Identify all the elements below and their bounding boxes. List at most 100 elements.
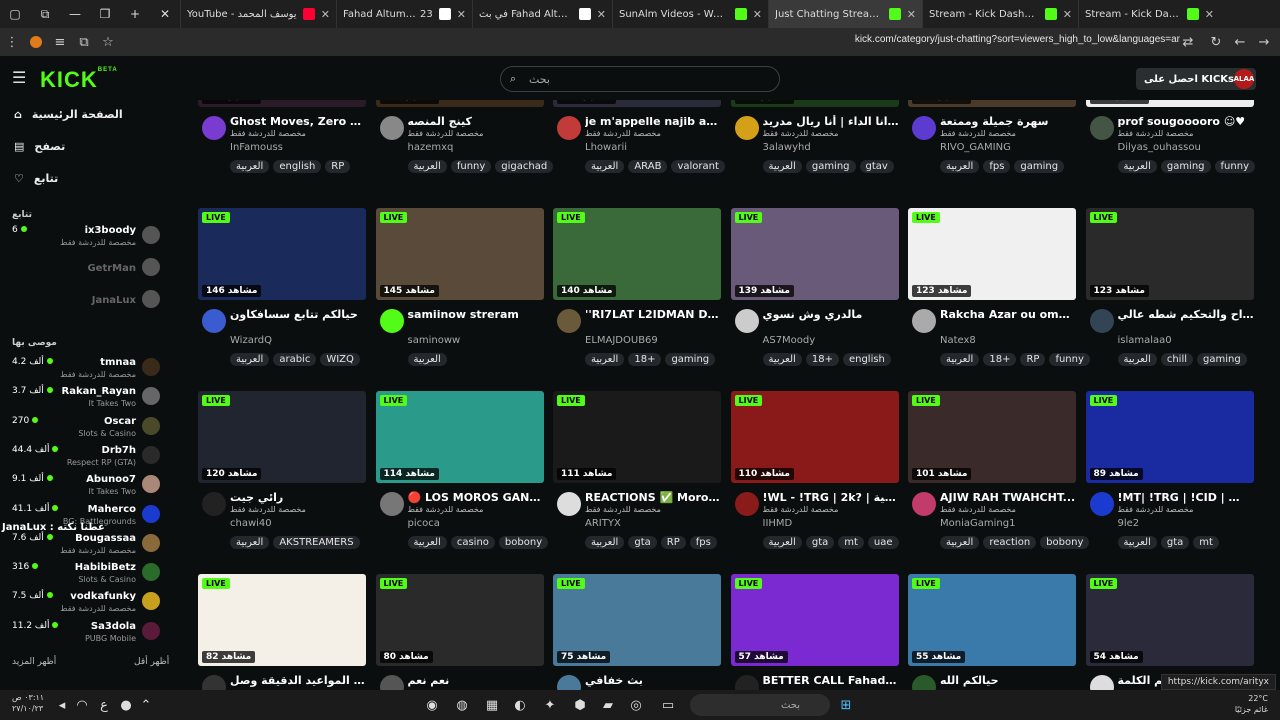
- tag-chip[interactable]: العربية: [762, 353, 802, 366]
- tag-chip[interactable]: english: [273, 160, 322, 173]
- streamer-avatar[interactable]: [912, 309, 936, 333]
- channel-name[interactable]: hazemxq: [408, 142, 454, 153]
- language-icon[interactable]: ع: [94, 695, 114, 715]
- streamer-avatar[interactable]: [912, 116, 936, 140]
- tag-chip[interactable]: gigachad: [495, 160, 554, 173]
- tag-chip[interactable]: fps: [689, 536, 717, 549]
- stream-category[interactable]: مخصصة للدردشة فقط: [408, 505, 484, 514]
- browser-tab[interactable]: Stream - Kick Dashboard ✕: [1078, 0, 1220, 28]
- tag-chip[interactable]: funny: [450, 160, 492, 173]
- search-input[interactable]: ⌕ بحث: [500, 66, 780, 92]
- tag-chip[interactable]: gtav: [859, 160, 894, 173]
- clock[interactable]: ٠٣:١١ ص ٢٧/١٠/٢٣: [12, 692, 44, 714]
- customize-icon[interactable]: ≡: [48, 28, 72, 56]
- stream-thumbnail[interactable]: LIVE 55 مشاهد: [908, 574, 1076, 666]
- stream-title[interactable]: !WL - !TRG | 2k? | جلعية: [763, 491, 899, 504]
- tag-chip[interactable]: العربية: [407, 536, 447, 549]
- stream-title[interactable]: رائي جيت: [230, 491, 366, 504]
- stream-thumbnail[interactable]: LIVE 54 مشاهد: [1085, 574, 1254, 666]
- tag-chip[interactable]: casino: [450, 536, 495, 549]
- tag-chip[interactable]: 18+: [628, 353, 662, 366]
- stream-thumbnail[interactable]: LIVE 82 مشاهد: [198, 574, 366, 666]
- tag-chip[interactable]: funny: [1049, 353, 1090, 366]
- tag-chip[interactable]: bobony: [1040, 536, 1090, 549]
- tab-close-icon[interactable]: ✕: [1199, 8, 1214, 21]
- stream-thumbnail[interactable]: LIVE 123 مشاهد: [1085, 208, 1254, 300]
- tag-chip[interactable]: العربية: [1117, 160, 1157, 173]
- stream-thumbnail[interactable]: 148 مشاهد: [1085, 100, 1254, 107]
- kick-logo[interactable]: KICKBETA: [40, 67, 118, 93]
- tag-chip[interactable]: gaming: [1014, 160, 1065, 173]
- channel-name[interactable]: ARITYX: [585, 518, 621, 529]
- stream-title[interactable]: أنا مرض انا الداء | أنا ريال مدريد: [763, 115, 899, 128]
- tag-chip[interactable]: english: [842, 353, 891, 366]
- stream-thumbnail[interactable]: LIVE 123 مشاهد: [908, 208, 1076, 300]
- tag-chip[interactable]: reaction: [983, 536, 1037, 549]
- channel-name[interactable]: WizardQ: [230, 335, 272, 346]
- sidebar-channel[interactable]: JanaLux: [12, 288, 162, 316]
- stream-title[interactable]: samiinow streram: [408, 308, 544, 321]
- stream-title[interactable]: بث خفافي: [585, 674, 721, 687]
- tag-chip[interactable]: العربية: [940, 160, 980, 173]
- tag-chip[interactable]: gaming: [805, 160, 856, 173]
- stream-title[interactable]: !MT| !TRG | !CID | الحوش: [1118, 491, 1254, 504]
- streamer-avatar[interactable]: [734, 492, 759, 516]
- channel-name[interactable]: islamalaa0: [1118, 335, 1172, 346]
- tag-chip[interactable]: gaming: [665, 353, 716, 366]
- forward-icon[interactable]: →: [1252, 28, 1276, 56]
- streamer-avatar[interactable]: [1089, 675, 1114, 690]
- stream-title[interactable]: Rakcha Azar ou omeg...: [940, 308, 1076, 321]
- channel-name[interactable]: 9le2: [1118, 518, 1140, 529]
- sidebar-channel[interactable]: tmnaa 4.2 ألف مخصصة للدردشة فقط: [12, 356, 162, 384]
- tag-chip[interactable]: AKSTREAMERS: [273, 536, 360, 549]
- taskbar-search[interactable]: بحث: [690, 694, 830, 716]
- tag-chip[interactable]: RP: [325, 160, 351, 173]
- cube-icon[interactable]: ⬢: [570, 695, 590, 715]
- stream-category[interactable]: مخصصة للدردشة فقط: [763, 505, 839, 514]
- tag-chip[interactable]: 18+: [805, 353, 839, 366]
- nav-browse[interactable]: ▤ تصفح: [14, 136, 65, 156]
- streamer-avatar[interactable]: [379, 675, 404, 690]
- reload-icon[interactable]: ↻: [1204, 28, 1228, 56]
- stream-title[interactable]: حيالكم الله: [940, 674, 1076, 687]
- stream-title[interactable]: REACTIONS ✅ Moro...: [585, 491, 721, 504]
- tag-chip[interactable]: العربية: [407, 353, 447, 366]
- browser-tab[interactable]: في بث Fahad Altumihi (@0sqr) ✕: [472, 0, 612, 28]
- stream-title[interactable]: Ghost Moves, Zero N...: [230, 115, 366, 128]
- tag-chip[interactable]: gaming: [1160, 160, 1211, 173]
- site-settings-icon[interactable]: ⇄: [1176, 28, 1200, 56]
- tag-chip[interactable]: العربية: [762, 536, 802, 549]
- stream-thumbnail[interactable]: LIVE 75 مشاهد: [553, 574, 721, 666]
- stream-category[interactable]: مخصصة للدردشة فقط: [585, 129, 661, 138]
- stream-category[interactable]: مخصصة للدردشة فقط: [940, 505, 1016, 514]
- back-icon[interactable]: ←: [1228, 28, 1252, 56]
- streamer-avatar[interactable]: [912, 675, 936, 690]
- restore-icon[interactable]: ❐: [90, 0, 120, 28]
- tray-chevron-icon[interactable]: ⌃: [136, 695, 156, 715]
- stream-thumbnail[interactable]: LIVE 114 مشاهد: [375, 391, 544, 483]
- tag-chip[interactable]: gta: [805, 536, 835, 549]
- tag-chip[interactable]: RP: [1020, 353, 1046, 366]
- streamer-avatar[interactable]: [379, 309, 404, 333]
- tab-close-icon[interactable]: ✕: [1057, 8, 1072, 21]
- weather-widget[interactable]: 22°C غائم جزئيًا: [1235, 693, 1268, 715]
- tag-chip[interactable]: العربية: [585, 536, 625, 549]
- app-record-icon[interactable]: ◉: [422, 695, 442, 715]
- close-window-icon[interactable]: ✕: [150, 0, 180, 28]
- stream-thumbnail[interactable]: LIVE 80 مشاهد: [375, 574, 544, 666]
- user-avatar[interactable]: ALAA: [1234, 69, 1254, 89]
- stream-title[interactable]: je m'appelle najib aka ...: [585, 115, 721, 128]
- streamer-avatar[interactable]: [734, 675, 759, 690]
- tag-chip[interactable]: العربية: [585, 160, 625, 173]
- chrome-icon[interactable]: ◎: [626, 695, 646, 715]
- stream-title[interactable]: BETTER CALL Fahad |...: [763, 674, 899, 687]
- tag-chip[interactable]: uae: [867, 536, 899, 549]
- stream-thumbnail[interactable]: LIVE 110 مشاهد: [730, 391, 899, 483]
- extension-icon[interactable]: [24, 28, 48, 56]
- stream-thumbnail[interactable]: LIVE 57 مشاهد: [730, 574, 899, 666]
- stream-thumbnail[interactable]: LIVE 89 مشاهد: [1085, 391, 1254, 483]
- tag-chip[interactable]: funny: [1214, 160, 1255, 173]
- channel-name[interactable]: AS7Moody: [763, 335, 816, 346]
- stream-category[interactable]: مخصصة للدردشة فقط: [230, 505, 306, 514]
- stream-thumbnail[interactable]: LIVE 120 مشاهد: [198, 391, 366, 483]
